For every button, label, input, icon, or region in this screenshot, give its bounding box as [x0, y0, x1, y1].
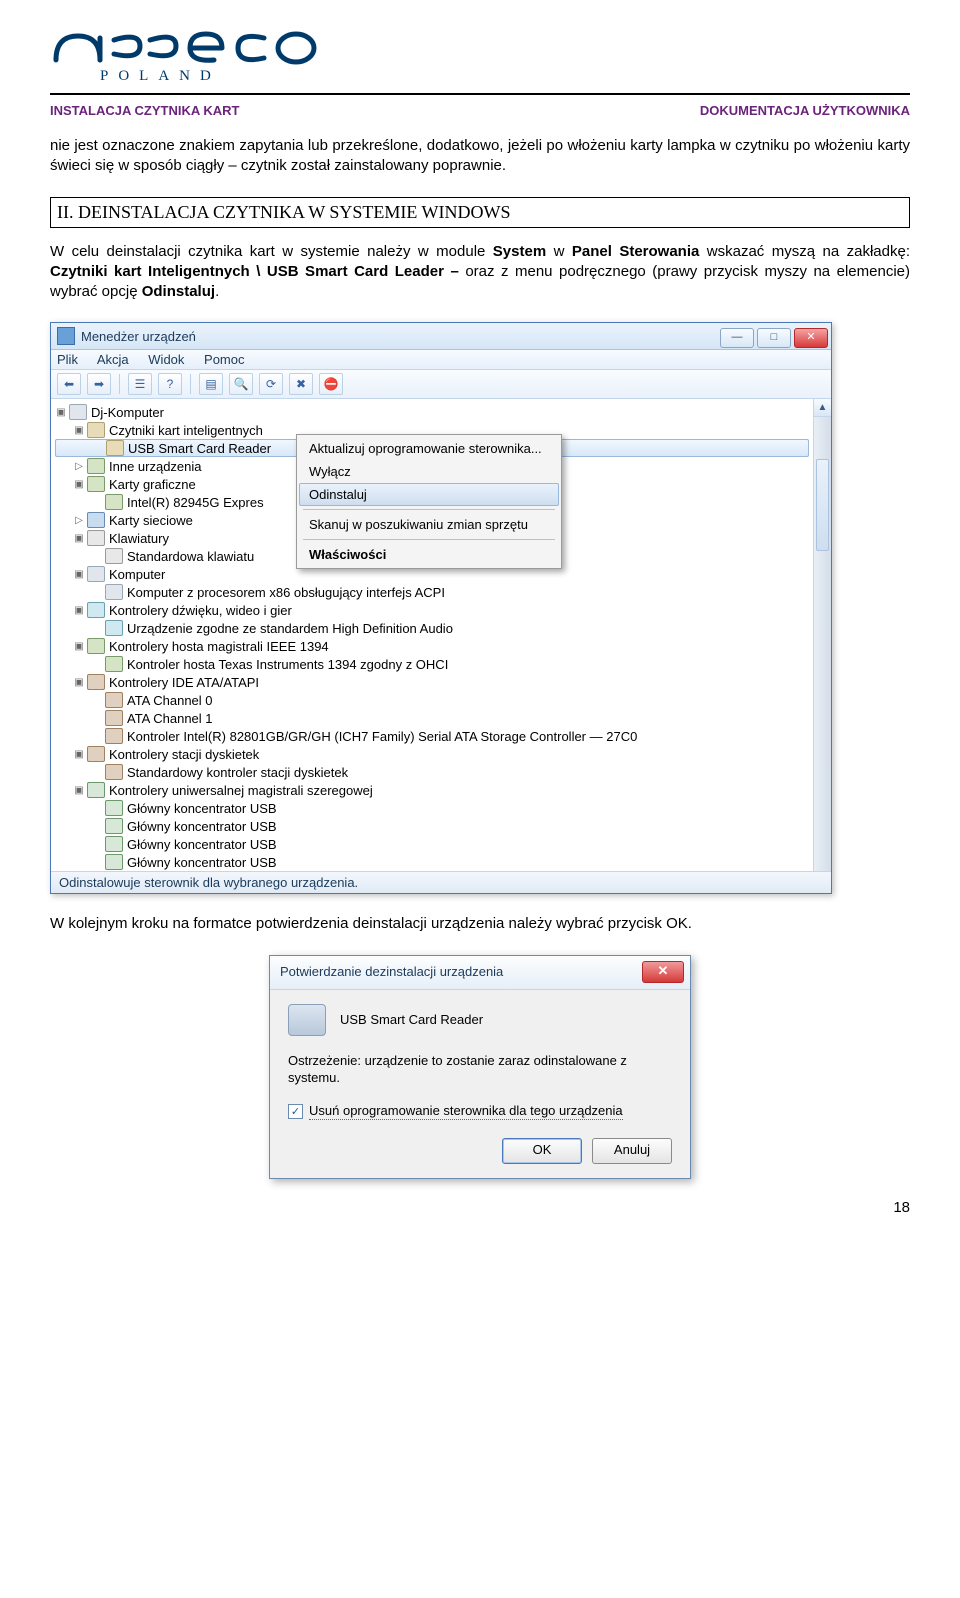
tree-ide1[interactable]: ATA Channel 1	[55, 709, 809, 727]
window-title: Menedżer urządzeń	[81, 329, 720, 344]
checkbox-icon[interactable]: ✓	[288, 1104, 303, 1119]
view-icon[interactable]: ☰	[128, 373, 152, 395]
scroll-thumb[interactable]	[816, 459, 829, 551]
logo: POLAND	[50, 30, 910, 85]
tree-fdc-item[interactable]: Standardowy kontroler stacji dyskietek	[55, 763, 809, 781]
vertical-scrollbar[interactable]: ▲	[813, 399, 831, 871]
dialog-title: Potwierdzanie dezinstalacji urządzenia	[280, 964, 642, 979]
confirm-dialog: Potwierdzanie dezinstalacji urządzenia ✕…	[269, 955, 691, 1179]
context-menu: Aktualizuj oprogramowanie sterownika... …	[296, 434, 562, 569]
tree-sound[interactable]: ▣Kontrolery dźwięku, wideo i gier	[55, 601, 809, 619]
header-left: INSTALACJA CZYTNIKA KART	[50, 103, 239, 118]
menu-action[interactable]: Akcja	[97, 352, 129, 367]
paragraph-2: W celu deinstalacji czytnika kart w syst…	[50, 242, 910, 303]
minimize-button[interactable]: —	[720, 328, 754, 348]
menubar: Plik Akcja Widok Pomoc	[51, 350, 831, 370]
ok-button[interactable]: OK	[502, 1138, 582, 1164]
update-button[interactable]: ⟳	[259, 373, 283, 395]
scan-button[interactable]: 🔍	[229, 373, 253, 395]
tree-usb-hub[interactable]: Główny koncentrator USB	[55, 853, 809, 871]
device-icon	[288, 1004, 326, 1036]
properties-button[interactable]: ▤	[199, 373, 223, 395]
divider	[50, 93, 910, 95]
app-icon	[57, 327, 75, 345]
tree-root[interactable]: ▣Dj-Komputer	[55, 403, 809, 421]
ctx-separator	[303, 539, 555, 540]
tree-ieee-item[interactable]: Kontroler hosta Texas Instruments 1394 z…	[55, 655, 809, 673]
tree-ide-controller[interactable]: Kontroler Intel(R) 82801GB/GR/GH (ICH7 F…	[55, 727, 809, 745]
ctx-properties[interactable]: Właściwości	[299, 543, 559, 566]
scroll-up-icon[interactable]: ▲	[814, 399, 831, 417]
statusbar: Odinstalowuje sterownik dla wybranego ur…	[51, 871, 831, 893]
dialog-warning: Ostrzeżenie: urządzenie to zostanie zara…	[288, 1052, 672, 1087]
tree-usb-hub[interactable]: Główny koncentrator USB	[55, 835, 809, 853]
titlebar[interactable]: Menedżer urządzeń — □ ✕	[51, 323, 831, 350]
dialog-device-name: USB Smart Card Reader	[340, 1012, 483, 1027]
tree-usb-hub[interactable]: Główny koncentrator USB	[55, 799, 809, 817]
menu-view[interactable]: Widok	[148, 352, 184, 367]
tree-fdc[interactable]: ▣Kontrolery stacji dyskietek	[55, 745, 809, 763]
forward-button[interactable]: ➡	[87, 373, 111, 395]
back-button[interactable]: ⬅	[57, 373, 81, 395]
page-number: 18	[50, 1199, 910, 1216]
tree-sound-item[interactable]: Urządzenie zgodne ze standardem High Def…	[55, 619, 809, 637]
dialog-checkbox-row[interactable]: ✓ Usuń oprogramowanie sterownika dla teg…	[288, 1103, 672, 1120]
uninstall-button[interactable]: ✖	[289, 373, 313, 395]
help-button[interactable]: ?	[158, 373, 182, 395]
paragraph-1: nie jest oznaczone znakiem zapytania lub…	[50, 136, 910, 177]
cancel-button[interactable]: Anuluj	[592, 1138, 672, 1164]
tree-ide[interactable]: ▣Kontrolery IDE ATA/ATAPI	[55, 673, 809, 691]
paragraph-3: W kolejnym kroku na formatce potwierdzen…	[50, 914, 910, 934]
menu-help[interactable]: Pomoc	[204, 352, 244, 367]
ctx-uninstall[interactable]: Odinstaluj	[299, 483, 559, 506]
tree-usb[interactable]: ▣Kontrolery uniwersalnej magistrali szer…	[55, 781, 809, 799]
logo-subtitle: POLAND	[100, 68, 910, 85]
dialog-checkbox-label: Usuń oprogramowanie sterownika dla tego …	[309, 1103, 623, 1120]
tree-computer-item[interactable]: Komputer z procesorem x86 obsługujący in…	[55, 583, 809, 601]
close-button[interactable]: ✕	[794, 328, 828, 348]
tree-usb-hub[interactable]: Główny koncentrator USB	[55, 817, 809, 835]
menu-file[interactable]: Plik	[57, 352, 78, 367]
tree-ide0[interactable]: ATA Channel 0	[55, 691, 809, 709]
device-manager-window: Menedżer urządzeń — □ ✕ Plik Akcja Widok…	[50, 322, 832, 894]
section-heading: II. DEINSTALACJA CZYTNIKA W SYSTEMIE WIN…	[57, 202, 511, 222]
section-heading-box: II. DEINSTALACJA CZYTNIKA W SYSTEMIE WIN…	[50, 197, 910, 228]
tree-ieee[interactable]: ▣Kontrolery hosta magistrali IEEE 1394	[55, 637, 809, 655]
ctx-separator	[303, 509, 555, 510]
ctx-update[interactable]: Aktualizuj oprogramowanie sterownika...	[299, 437, 559, 460]
dialog-close-button[interactable]: ✕	[642, 961, 684, 983]
disable-button[interactable]: ⛔	[319, 373, 343, 395]
maximize-button[interactable]: □	[757, 328, 791, 348]
toolbar: ⬅ ➡ ☰ ? ▤ 🔍 ⟳ ✖ ⛔	[51, 370, 831, 399]
header-right: DOKUMENTACJA UŻYTKOWNIKA	[700, 103, 910, 118]
ctx-disable[interactable]: Wyłącz	[299, 460, 559, 483]
dialog-titlebar[interactable]: Potwierdzanie dezinstalacji urządzenia ✕	[270, 956, 690, 990]
ctx-scan[interactable]: Skanuj w poszukiwaniu zmian sprzętu	[299, 513, 559, 536]
